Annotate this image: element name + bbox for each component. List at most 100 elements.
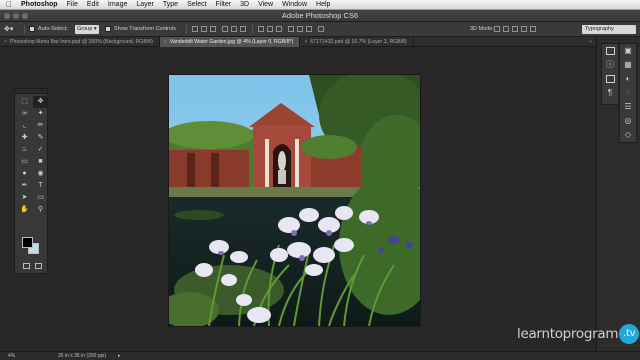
channels-panel-icon[interactable]: ◎: [620, 114, 636, 128]
mac-menu-bar:  Photoshop File Edit Image Layer Type S…: [0, 0, 640, 10]
close-tab-icon[interactable]: ×: [304, 39, 307, 45]
crop-icon[interactable]: ⌞: [17, 120, 32, 132]
lasso-icon[interactable]: ∞: [17, 108, 32, 120]
quick-select-icon[interactable]: ✦: [33, 108, 48, 120]
paragraph-panel-icon[interactable]: ¶: [602, 86, 618, 100]
show-transform-label: Show Transform Controls: [114, 26, 177, 32]
menu-layer[interactable]: Layer: [136, 0, 154, 10]
options-divider: [24, 25, 25, 34]
align-vcenter-icon[interactable]: [201, 26, 207, 32]
color-panel-icon[interactable]: ▣: [620, 44, 636, 58]
pen-icon[interactable]: ✒: [17, 180, 32, 192]
screen-mode-icon[interactable]: [35, 263, 42, 269]
options-divider: [186, 25, 187, 34]
move-tool-icon[interactable]: ✥: [33, 96, 48, 108]
menu-edit[interactable]: Edit: [87, 0, 99, 10]
3d-roll-icon[interactable]: [503, 26, 509, 32]
3d-drag-icon[interactable]: [512, 26, 518, 32]
zoom-icon[interactable]: ⚲: [33, 204, 48, 216]
paths-panel-icon[interactable]: ◇: [620, 128, 636, 142]
document-canvas[interactable]: [169, 75, 420, 326]
workspace-name: Typography: [585, 26, 614, 32]
tab-label: Photoshop Menu Bar Intro.psd @ 200% (Bac…: [10, 39, 153, 45]
workspace-switcher[interactable]: Typography: [582, 25, 636, 34]
status-bar: 4% 35 in x 35 in (300 ppi) ▸: [0, 351, 640, 360]
menu-view[interactable]: View: [258, 0, 273, 10]
align-right-icon[interactable]: [240, 26, 246, 32]
align-left-icon[interactable]: [222, 26, 228, 32]
garden-photo: [169, 75, 420, 326]
watermark-suffix: .tv: [619, 324, 640, 344]
document-tabs: × Photoshop Menu Bar Intro.psd @ 200% (Ba…: [0, 37, 596, 47]
align-top-icon[interactable]: [192, 26, 198, 32]
info-panel-icon[interactable]: ⓘ: [602, 58, 618, 72]
foreground-color-swatch[interactable]: [22, 237, 33, 248]
type-icon[interactable]: T: [33, 180, 48, 192]
menu-select[interactable]: Select: [187, 0, 206, 10]
apple-icon[interactable]: : [6, 0, 15, 10]
distribute-right-icon[interactable]: [306, 26, 312, 32]
auto-align-icon[interactable]: [318, 26, 324, 32]
distribute-hcenter-icon[interactable]: [297, 26, 303, 32]
properties-panel-icon[interactable]: [602, 72, 618, 86]
menu-type[interactable]: Type: [163, 0, 178, 10]
distribute-left-icon[interactable]: [288, 26, 294, 32]
options-divider: [252, 25, 253, 34]
document-size[interactable]: 35 in x 35 in (300 ppi): [58, 353, 106, 359]
more-tabs-icon[interactable]: »: [589, 37, 596, 46]
status-menu-icon[interactable]: ▸: [118, 353, 121, 359]
tab-67171432[interactable]: × 67171432.psd @ 16.7% (Layer 3, RGB/8): [300, 37, 414, 47]
menu-photoshop[interactable]: Photoshop: [21, 0, 58, 10]
menu-window[interactable]: Window: [282, 0, 307, 10]
history-panel-icon[interactable]: [602, 44, 618, 58]
eraser-icon[interactable]: ▭: [17, 156, 32, 168]
blur-icon[interactable]: ●: [17, 168, 32, 180]
auto-select-label: Auto-Select:: [38, 26, 68, 32]
menu-file[interactable]: File: [67, 0, 78, 10]
marquee-icon[interactable]: ⬚: [17, 96, 32, 108]
distribute-bottom-icon[interactable]: [276, 26, 282, 32]
quick-mask-icon[interactable]: [23, 263, 30, 269]
app-title-bar: Adobe Photoshop CS6: [0, 10, 640, 22]
tools-grid: ⬚ ✥ ∞ ✦ ⌞ ✏ ✚ ✎ ♨ ✓ ▭ ■ ● ◉ ✒ T ➤ ▭ ✋ ⚲: [15, 94, 48, 216]
auto-select-checkbox[interactable]: [29, 26, 35, 32]
3d-rotate-icon[interactable]: [494, 26, 500, 32]
watermark-brand: learntoprogram: [517, 326, 619, 342]
close-tab-icon[interactable]: ×: [4, 39, 7, 45]
show-transform-checkbox[interactable]: [105, 26, 111, 32]
tab-photoshop-menu-bar-intro[interactable]: × Photoshop Menu Bar Intro.psd @ 200% (Ba…: [0, 37, 160, 47]
styles-panel-icon[interactable]: ◾: [620, 86, 636, 100]
menu-help[interactable]: Help: [316, 0, 330, 10]
align-bottom-icon[interactable]: [210, 26, 216, 32]
close-tab-icon[interactable]: ×: [164, 39, 167, 45]
menu-filter[interactable]: Filter: [216, 0, 232, 10]
tab-label: Vanderbilt Water Garden.jpg @ 4% (Layer …: [169, 39, 294, 45]
menu-image[interactable]: Image: [108, 0, 127, 10]
3d-slide-icon[interactable]: [521, 26, 527, 32]
dodge-icon[interactable]: ◉: [33, 168, 48, 180]
3d-scale-icon[interactable]: [530, 26, 536, 32]
hand-icon[interactable]: ✋: [17, 204, 32, 216]
path-select-icon[interactable]: ➤: [17, 192, 32, 204]
auto-select-dropdown[interactable]: Group ▾: [75, 25, 99, 34]
move-tool-preset-icon[interactable]: ✥▾: [4, 25, 20, 34]
auto-select-value: Group: [77, 26, 93, 32]
eyedropper-icon[interactable]: ✏: [33, 120, 48, 132]
clone-stamp-icon[interactable]: ♨: [17, 144, 32, 156]
swatches-panel-icon[interactable]: ▦: [620, 58, 636, 72]
panel-column-right: ▣ ▦ ◐ ◾ ☰ ◎ ◇: [619, 43, 637, 143]
tab-label: 67171432.psd @ 16.7% (Layer 3, RGB/8): [310, 39, 407, 45]
menu-3d[interactable]: 3D: [240, 0, 249, 10]
brush-icon[interactable]: ✎: [33, 132, 48, 144]
zoom-level[interactable]: 4%: [8, 353, 15, 359]
distribute-vcenter-icon[interactable]: [267, 26, 273, 32]
shape-icon[interactable]: ▭: [33, 192, 48, 204]
adjustments-panel-icon[interactable]: ◐: [620, 72, 636, 86]
healing-brush-icon[interactable]: ✚: [17, 132, 32, 144]
layers-panel-icon[interactable]: ☰: [620, 100, 636, 114]
distribute-top-icon[interactable]: [258, 26, 264, 32]
align-hcenter-icon[interactable]: [231, 26, 237, 32]
history-brush-icon[interactable]: ✓: [33, 144, 48, 156]
gradient-icon[interactable]: ■: [33, 156, 48, 168]
tab-vanderbilt-water-garden[interactable]: × Vanderbilt Water Garden.jpg @ 4% (Layer…: [159, 37, 301, 47]
